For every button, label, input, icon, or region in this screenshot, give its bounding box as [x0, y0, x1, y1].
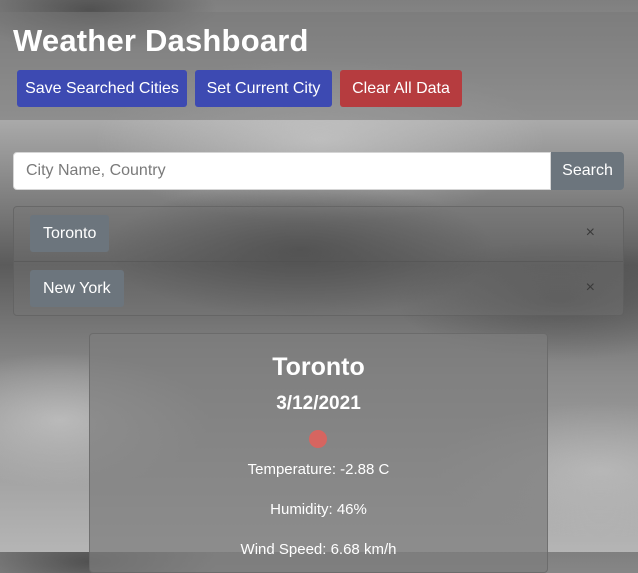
close-icon[interactable]: × [586, 223, 595, 243]
city-button-new-york[interactable]: New York [30, 270, 124, 307]
city-button-toronto[interactable]: Toronto [30, 215, 110, 252]
current-weather-card: Toronto 3/12/2021 Temperature: -2.88 C H… [89, 333, 548, 573]
weather-date: 3/12/2021 [276, 393, 361, 414]
saved-cities-list: Toronto × New York × [13, 206, 624, 316]
city-list-item: New York × [14, 262, 623, 316]
wind-speed-text: Wind Speed: 6.68 km/h [240, 541, 397, 558]
save-searched-cities-button[interactable]: Save Searched Cities [17, 70, 187, 107]
weather-dot-icon [309, 430, 327, 448]
temperature-text: Temperature: -2.88 C [247, 461, 390, 478]
city-list-item: Toronto × [14, 207, 623, 262]
set-current-city-button[interactable]: Set Current City [195, 70, 332, 107]
humidity-text: Humidity: 46% [270, 501, 367, 518]
city-search-input[interactable] [13, 152, 551, 190]
clear-all-data-button[interactable]: Clear All Data [340, 70, 462, 107]
weather-city-name: Toronto [272, 353, 365, 381]
header-bar: Weather Dashboard Save Searched Cities S… [0, 12, 638, 120]
page-title: Weather Dashboard [13, 23, 309, 58]
close-icon[interactable]: × [586, 278, 595, 298]
search-button[interactable]: Search [551, 152, 624, 190]
